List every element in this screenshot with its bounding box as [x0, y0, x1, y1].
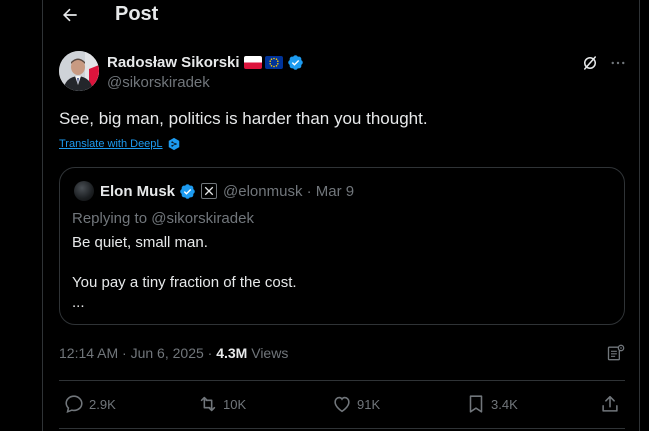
author-avatar[interactable]	[59, 51, 99, 91]
translate-link[interactable]: Translate with DeepL	[59, 138, 163, 150]
more-options-button[interactable]	[607, 52, 629, 74]
page-title: Post	[115, 3, 159, 25]
verified-badge-icon	[179, 183, 196, 200]
avatar-image	[59, 51, 99, 91]
reply-button[interactable]: 2.9K	[63, 393, 116, 415]
like-count: 91K	[357, 396, 381, 412]
post-header: Post	[43, 0, 641, 30]
quoted-handle-date: @elonmusk · Mar 9	[223, 182, 355, 200]
quoted-post[interactable]: Elon Musk @elonmusk · Mar 9 Replying to …	[59, 167, 625, 325]
arrow-left-icon	[63, 8, 77, 22]
more-icon	[611, 61, 625, 65]
like-button[interactable]: 91K	[331, 393, 380, 415]
analytics-icon	[607, 344, 625, 361]
views-label: Views	[247, 345, 289, 361]
quoted-author-name[interactable]: Elon Musk	[100, 183, 175, 200]
translate-row: Translate with DeepL	[59, 136, 181, 152]
page: Post Radosław Sikorski @sikorskiradek Se…	[0, 0, 649, 431]
quoted-text-line: Be quiet, small man.	[72, 234, 208, 251]
tweet-text: See, big man, politics is harder than yo…	[59, 109, 428, 128]
repost-button[interactable]: 10K	[197, 393, 246, 415]
repost-icon	[200, 396, 216, 412]
deepl-icon	[168, 137, 179, 151]
post-meta: 12:14 AM · Jun 6, 2025 · 4.3M Views	[59, 345, 288, 361]
divider	[59, 380, 625, 381]
quoted-text-ellipsis: ...	[72, 294, 85, 311]
post-column: Post Radosław Sikorski @sikorskiradek Se…	[42, 0, 640, 431]
grok-button[interactable]	[579, 52, 601, 74]
bookmark-icon	[469, 395, 483, 413]
replying-to: Replying to @sikorskiradek	[72, 210, 254, 227]
bookmark-count: 3.4K	[491, 396, 518, 412]
quoted-avatar[interactable]	[74, 181, 94, 201]
heart-icon	[334, 396, 350, 413]
views-count: 4.3M	[216, 345, 248, 361]
flag-eu-icon	[264, 55, 283, 69]
reply-count: 2.9K	[89, 396, 116, 412]
repost-count: 10K	[223, 396, 247, 412]
flag-poland-icon	[243, 55, 262, 69]
share-icon	[602, 395, 618, 412]
quoted-text-line: You pay a tiny fraction of the cost.	[72, 274, 297, 291]
x-affiliate-icon	[201, 183, 218, 199]
author-name[interactable]: Radosław Sikorski	[107, 54, 240, 71]
author-name-row: Radosław Sikorski	[107, 52, 304, 72]
post-timestamp[interactable]: 12:14 AM · Jun 6, 2025 ·	[59, 345, 216, 361]
verified-badge-icon[interactable]	[287, 54, 304, 71]
grok-icon	[584, 56, 596, 70]
back-button[interactable]	[57, 2, 83, 28]
analytics-button[interactable]	[605, 342, 627, 364]
bookmark-button[interactable]: 3.4K	[465, 393, 518, 415]
author-handle[interactable]: @sikorskiradek	[107, 74, 210, 91]
reply-icon	[65, 395, 83, 414]
share-button[interactable]	[599, 393, 621, 415]
quoted-author-row: Elon Musk @elonmusk · Mar 9	[100, 182, 354, 200]
divider	[59, 428, 625, 429]
